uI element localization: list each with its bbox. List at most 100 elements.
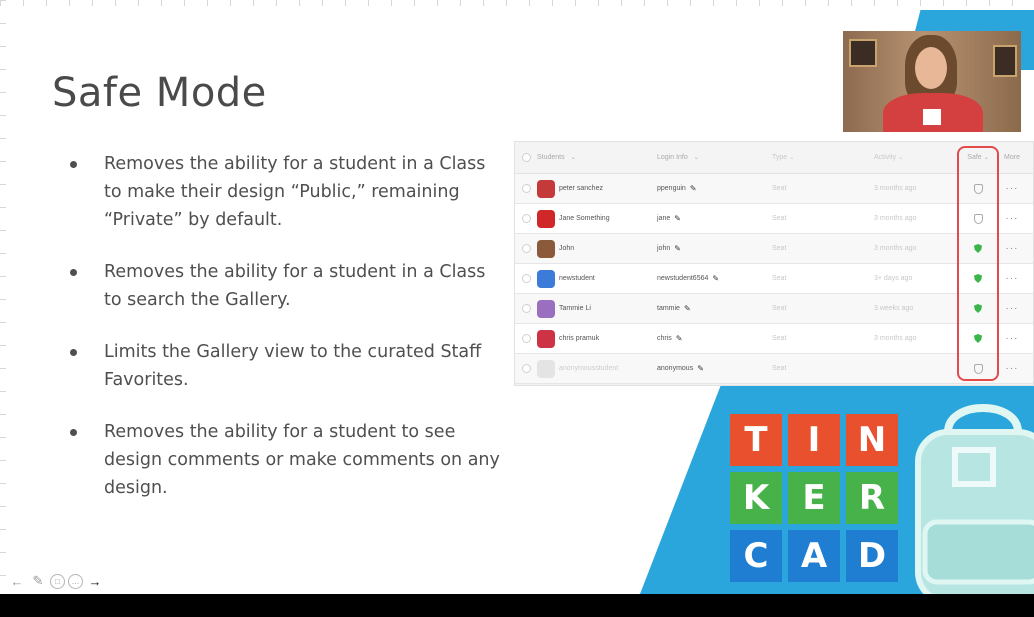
activity-cell: 3 months ago (874, 245, 917, 252)
student-name: peter sanchez (559, 185, 603, 192)
column-header-login[interactable]: Login Info ⌄ (657, 154, 772, 161)
bullet-dot (70, 161, 77, 168)
login-cell: ppenguin ✎ (657, 184, 772, 193)
edit-pencil-icon[interactable]: ✎ (674, 244, 681, 253)
slide-title: Safe Mode (52, 70, 267, 116)
sort-chevron-icon: ⌄ (693, 155, 699, 161)
pen-icon[interactable]: ✎ (29, 572, 47, 590)
login-name: chris (657, 335, 672, 342)
backpack-icon (915, 404, 1034, 594)
edit-pencil-icon[interactable]: ✎ (712, 274, 719, 283)
activity-cell: 3 months ago (874, 335, 917, 342)
student-cell: John (537, 239, 657, 258)
type-cell: Seat (772, 275, 787, 282)
column-header-type[interactable]: Type ⌄ (772, 154, 874, 161)
student-name: Jane Something (559, 215, 610, 222)
student-avatar (537, 359, 555, 378)
edit-pencil-icon[interactable]: ✎ (684, 304, 691, 313)
more-options-button[interactable]: ··· (997, 363, 1027, 374)
more-options-button[interactable]: ··· (997, 243, 1027, 254)
edit-pencil-icon[interactable]: ✎ (674, 214, 681, 223)
column-header-students[interactable]: Students ⌄ (537, 154, 657, 161)
row-select[interactable] (515, 244, 537, 253)
login-name: john (657, 245, 671, 252)
table-row: John john ✎ Seat 3 months ago ··· (515, 234, 1033, 264)
type-cell: Seat (772, 365, 787, 372)
slide: Safe Mode Removes the ability for a stud… (0, 0, 1034, 594)
logo-letter-tile: R (846, 472, 898, 524)
row-select[interactable] (515, 304, 537, 313)
checkbox[interactable] (521, 244, 531, 253)
checkbox[interactable] (521, 304, 531, 313)
bullet-text: Removes the ability for a student in a C… (104, 262, 486, 310)
header-label: More (1004, 154, 1020, 161)
bullet-dot (70, 429, 77, 436)
activity-cell: 3 months ago (874, 185, 917, 192)
activity-cell: 3 months ago (874, 215, 917, 222)
slides-icon[interactable]: □ (50, 573, 65, 589)
logo-letter-tile: N (846, 414, 898, 466)
more-options-button[interactable]: ··· (997, 183, 1027, 194)
checkbox[interactable] (521, 274, 531, 283)
student-name: Tammie Li (559, 305, 591, 312)
wall-frame (993, 45, 1017, 77)
type-cell: Seat (772, 335, 787, 342)
bullet-item: Limits the Gallery view to the curated S… (62, 338, 502, 394)
type-cell: Seat (772, 245, 787, 252)
login-name: anonymous (657, 365, 694, 372)
edit-pencil-icon[interactable]: ✎ (690, 184, 697, 193)
column-header-activity[interactable]: Activity ⌄ (874, 154, 959, 161)
row-select[interactable] (515, 274, 537, 283)
tinkercad-logo: TIN KER CAD (730, 414, 898, 582)
more-options-button[interactable]: ··· (997, 333, 1027, 344)
type-cell: Seat (772, 215, 787, 222)
bullet-item: Removes the ability for a student in a C… (62, 150, 502, 234)
more-options-button[interactable]: ··· (997, 303, 1027, 314)
bullet-dot (70, 269, 77, 276)
sort-chevron-icon: ⌄ (570, 155, 576, 161)
checkbox[interactable] (521, 364, 531, 373)
student-cell: peter sanchez (537, 179, 657, 198)
checkbox[interactable] (521, 214, 531, 223)
logo-letter-tile: K (730, 472, 782, 524)
login-cell: newstudent6564 ✎ (657, 274, 772, 283)
activity-cell: 3 weeks ago (874, 305, 914, 312)
sort-chevron-icon: ⌄ (898, 155, 904, 161)
student-cell: Tammie Li (537, 299, 657, 318)
sort-chevron-icon: ⌄ (789, 155, 795, 161)
login-name: ppenguin (657, 185, 686, 192)
bullet-text: Removes the ability for a student to see… (104, 422, 500, 498)
checkbox[interactable] (521, 334, 531, 343)
table-row: Jane Something jane ✎ Seat 3 months ago ··· (515, 204, 1033, 234)
more-options-icon[interactable]: … (68, 573, 83, 589)
header-label: Activity (874, 154, 897, 161)
edit-pencil-icon[interactable]: ✎ (676, 334, 683, 343)
login-cell: chris ✎ (657, 334, 772, 343)
next-slide-icon[interactable]: → (86, 572, 104, 590)
type-cell: Seat (772, 305, 787, 312)
previous-slide-icon[interactable]: ← (8, 572, 26, 590)
student-name: John (559, 245, 575, 252)
more-options-button[interactable]: ··· (997, 273, 1027, 284)
table-row: chris pramuk chris ✎ Seat 3 months ago ··· (515, 324, 1033, 354)
checkbox[interactable] (521, 153, 531, 162)
checkbox[interactable] (521, 184, 531, 193)
more-options-button[interactable]: ··· (997, 213, 1027, 224)
column-header-more: More (997, 154, 1027, 161)
bullet-list: Removes the ability for a student in a C… (62, 150, 502, 526)
bullet-text: Limits the Gallery view to the curated S… (104, 342, 482, 390)
header-select-all[interactable] (515, 153, 537, 162)
table-row: anonymousstudent anonymous ✎ Seat ··· (515, 354, 1033, 384)
login-cell: anonymous ✎ (657, 364, 772, 373)
row-select[interactable] (515, 364, 537, 373)
student-avatar (537, 239, 555, 258)
logo-letter-tile: I (788, 414, 840, 466)
student-avatar (537, 269, 555, 288)
row-select[interactable] (515, 184, 537, 193)
slide-ruler-left (0, 0, 6, 594)
row-select[interactable] (515, 214, 537, 223)
edit-pencil-icon[interactable]: ✎ (697, 364, 704, 373)
row-select[interactable] (515, 334, 537, 343)
presenter-face (915, 47, 947, 89)
student-avatar (537, 329, 555, 348)
